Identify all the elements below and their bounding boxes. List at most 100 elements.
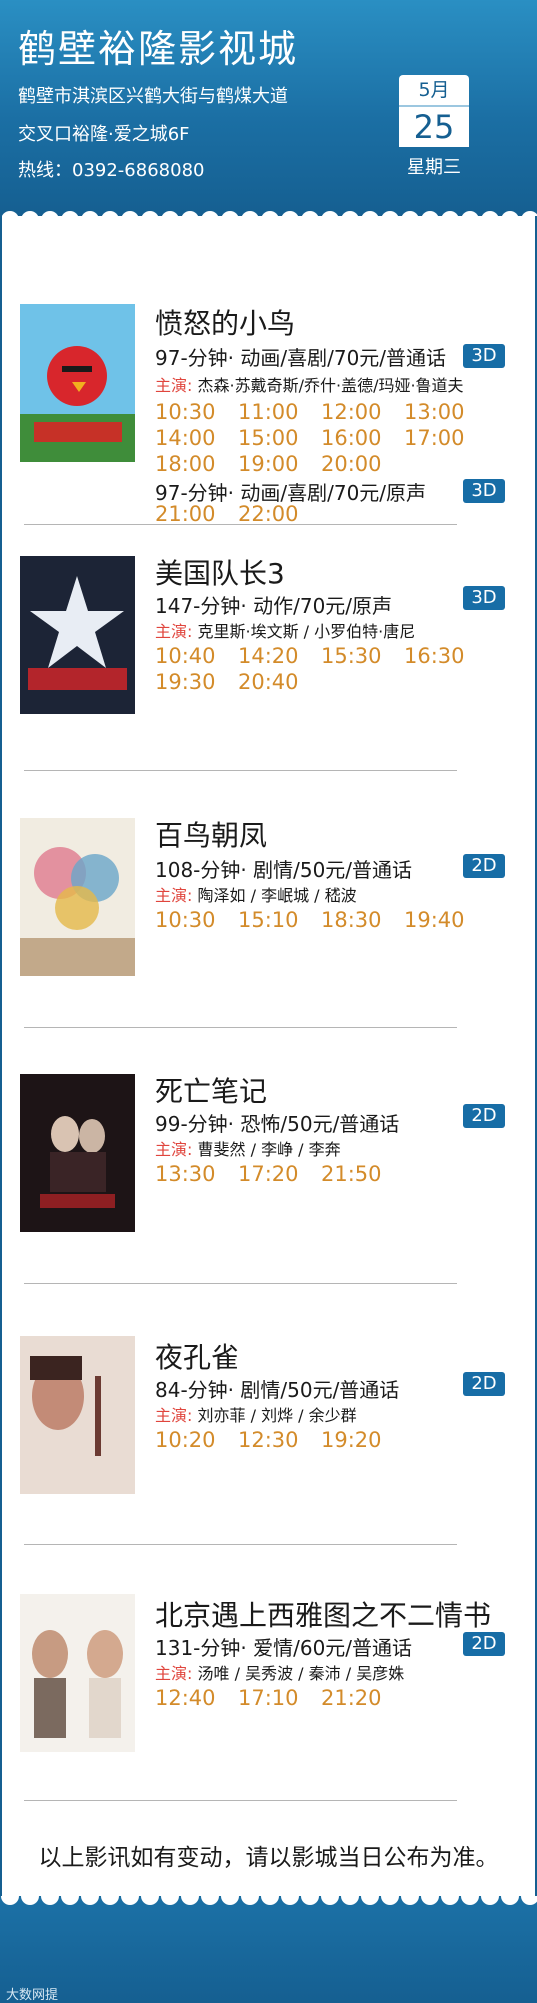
cinema-name: 鹤壁裕隆影视城 xyxy=(18,27,299,71)
showtime: 15:10 xyxy=(238,908,299,932)
movie-title: 死亡笔记 xyxy=(155,1075,268,1108)
divider xyxy=(24,1800,457,1801)
showtime: 10:40 xyxy=(155,644,216,668)
date-day: 25 xyxy=(399,105,469,147)
showtime: 14:20 xyxy=(238,644,299,668)
format-badge: 2D xyxy=(463,1372,505,1396)
showtime: 22:00 xyxy=(238,502,299,526)
movie-info: 97-分钟· 动画/喜剧/70元/普通话 xyxy=(155,346,447,370)
cast-label: 主演: xyxy=(155,1664,193,1683)
showtime: 19:30 xyxy=(155,670,216,694)
showtime: 11:00 xyxy=(238,400,299,424)
cast-line: 主演: 陶泽如 / 李岷城 / 嵇波 xyxy=(155,882,357,906)
showtime: 16:30 xyxy=(404,644,465,668)
cast-line: 主演: 汤唯 / 吴秀波 / 秦沛 / 吴彦姝 xyxy=(155,1660,404,1684)
cast-label: 主演: xyxy=(155,1406,193,1425)
cast-label: 主演: xyxy=(155,1140,193,1159)
cast-names: 曹斐然 / 李峥 / 李奔 xyxy=(197,1140,341,1159)
cast-names: 刘亦菲 / 刘烨 / 余少群 xyxy=(197,1406,357,1425)
captain-america-poster-icon xyxy=(20,556,135,714)
divider xyxy=(24,1544,457,1545)
movie-info: 147-分钟· 动作/70元/原声 xyxy=(155,594,393,618)
showtime: 21:50 xyxy=(321,1162,382,1186)
header-banner: 鹤壁裕隆影视城 鹤壁市淇滨区兴鹤大街与鹤煤大道 交叉口裕隆·爱之城6F 热线：0… xyxy=(0,0,537,216)
date-weekday: 星期三 xyxy=(407,157,461,178)
movie-title: 美国队长3 xyxy=(155,557,285,590)
showtimes-row: 13:30 17:20 21:50 xyxy=(155,1162,404,1186)
showtime: 21:00 xyxy=(155,502,216,526)
divider xyxy=(24,1027,457,1028)
divider xyxy=(24,1283,457,1284)
showtime: 20:40 xyxy=(238,670,299,694)
movie-title: 北京遇上西雅图之不二情书 xyxy=(155,1599,492,1632)
showtime: 19:00 xyxy=(238,452,299,476)
showtime: 12:00 xyxy=(321,400,382,424)
showtime: 17:10 xyxy=(238,1686,299,1710)
showtime: 13:00 xyxy=(404,400,465,424)
cast-label: 主演: xyxy=(155,886,193,905)
showtime: 21:20 xyxy=(321,1686,382,1710)
death-note-poster-icon xyxy=(20,1074,135,1232)
schedule-notice: 以上影讯如有变动，请以影城当日公布为准。 xyxy=(38,1845,499,1871)
cast-label: 主演: xyxy=(155,376,193,395)
angry-birds-poster-icon xyxy=(20,304,135,462)
cast-line: 主演: 曹斐然 / 李峥 / 李奔 xyxy=(155,1136,341,1160)
movie-info: 99-分钟· 恐怖/50元/普通话 xyxy=(155,1112,400,1136)
night-peacock-poster-icon xyxy=(20,1336,135,1494)
showtime: 17:20 xyxy=(238,1162,299,1186)
showtime: 12:40 xyxy=(155,1686,216,1710)
header-scallop-edge xyxy=(0,206,537,220)
showtime: 18:00 xyxy=(155,452,216,476)
book-of-love-poster-icon xyxy=(20,1594,135,1752)
format-badge: 2D xyxy=(463,1104,505,1128)
watermark: 大数网提 xyxy=(6,1988,59,2003)
movie-info: 84-分钟· 剧情/50元/普通话 xyxy=(155,1378,400,1402)
showtime: 15:30 xyxy=(321,644,382,668)
date-card: 5月 25 星期三 xyxy=(399,75,469,179)
showtime: 12:30 xyxy=(238,1428,299,1452)
showtime: 18:30 xyxy=(321,908,382,932)
cast-line: 主演: 克里斯·埃文斯 / 小罗伯特·唐尼 xyxy=(155,618,415,642)
cast-names: 克里斯·埃文斯 / 小罗伯特·唐尼 xyxy=(197,622,416,641)
showtime: 10:30 xyxy=(155,908,216,932)
cast-names: 杰森·苏戴奇斯/乔什·盖德/玛娅·鲁道夫 xyxy=(197,376,464,395)
cast-label: 主演: xyxy=(155,622,193,641)
showtime: 14:00 xyxy=(155,426,216,450)
movie-title: 愤怒的小鸟 xyxy=(155,307,296,340)
footer-scallop-edge xyxy=(0,1896,537,1910)
divider xyxy=(24,524,457,525)
format-badge: 3D xyxy=(463,344,505,368)
cast-line: 主演: 杰森·苏戴奇斯/乔什·盖德/玛娅·鲁道夫 xyxy=(155,372,464,396)
footer-band xyxy=(0,1910,537,2003)
showtimes-row: 10:30 11:00 12:00 13:00 xyxy=(155,400,487,424)
format-badge: 3D xyxy=(463,479,505,503)
showtime: 17:00 xyxy=(404,426,465,450)
cast-names: 汤唯 / 吴秀波 / 秦沛 / 吴彦姝 xyxy=(197,1664,405,1683)
showtime: 13:30 xyxy=(155,1162,216,1186)
showtimes-row: 18:00 19:00 20:00 xyxy=(155,452,404,476)
showtimes-row: 14:00 15:00 16:00 17:00 xyxy=(155,426,487,450)
movie-info: 131-分钟· 爱情/60元/普通话 xyxy=(155,1636,413,1660)
showtime: 10:20 xyxy=(155,1428,216,1452)
bainiaochaofeng-poster-icon xyxy=(20,818,135,976)
showtimes-row: 12:40 17:10 21:20 xyxy=(155,1686,404,1710)
cast-names: 陶泽如 / 李岷城 / 嵇波 xyxy=(197,886,357,905)
movie-title: 百鸟朝凤 xyxy=(155,819,268,852)
format-badge: 2D xyxy=(463,854,505,878)
showtime: 20:00 xyxy=(321,452,382,476)
format-badge: 2D xyxy=(463,1632,505,1656)
showtime: 15:00 xyxy=(238,426,299,450)
showtimes-row: 10:20 12:30 19:20 xyxy=(155,1428,404,1452)
cast-line: 主演: 刘亦菲 / 刘烨 / 余少群 xyxy=(155,1402,357,1426)
showtimes-row: 10:30 15:10 18:30 19:40 xyxy=(155,908,487,932)
movie-info: 108-分钟· 剧情/50元/普通话 xyxy=(155,858,413,882)
showtimes-row: 21:00 22:00 xyxy=(155,502,321,526)
showtime: 19:20 xyxy=(321,1428,382,1452)
showtimes-row: 19:30 20:40 xyxy=(155,670,321,694)
date-month: 5月 xyxy=(399,75,469,105)
showtime: 19:40 xyxy=(404,908,465,932)
left-border xyxy=(0,216,2,1906)
movie-title: 夜孔雀 xyxy=(155,1341,240,1374)
address-line-1: 鹤壁市淇滨区兴鹤大街与鹤煤大道 xyxy=(18,86,288,107)
address-line-2: 交叉口裕隆·爱之城6F xyxy=(18,124,190,145)
